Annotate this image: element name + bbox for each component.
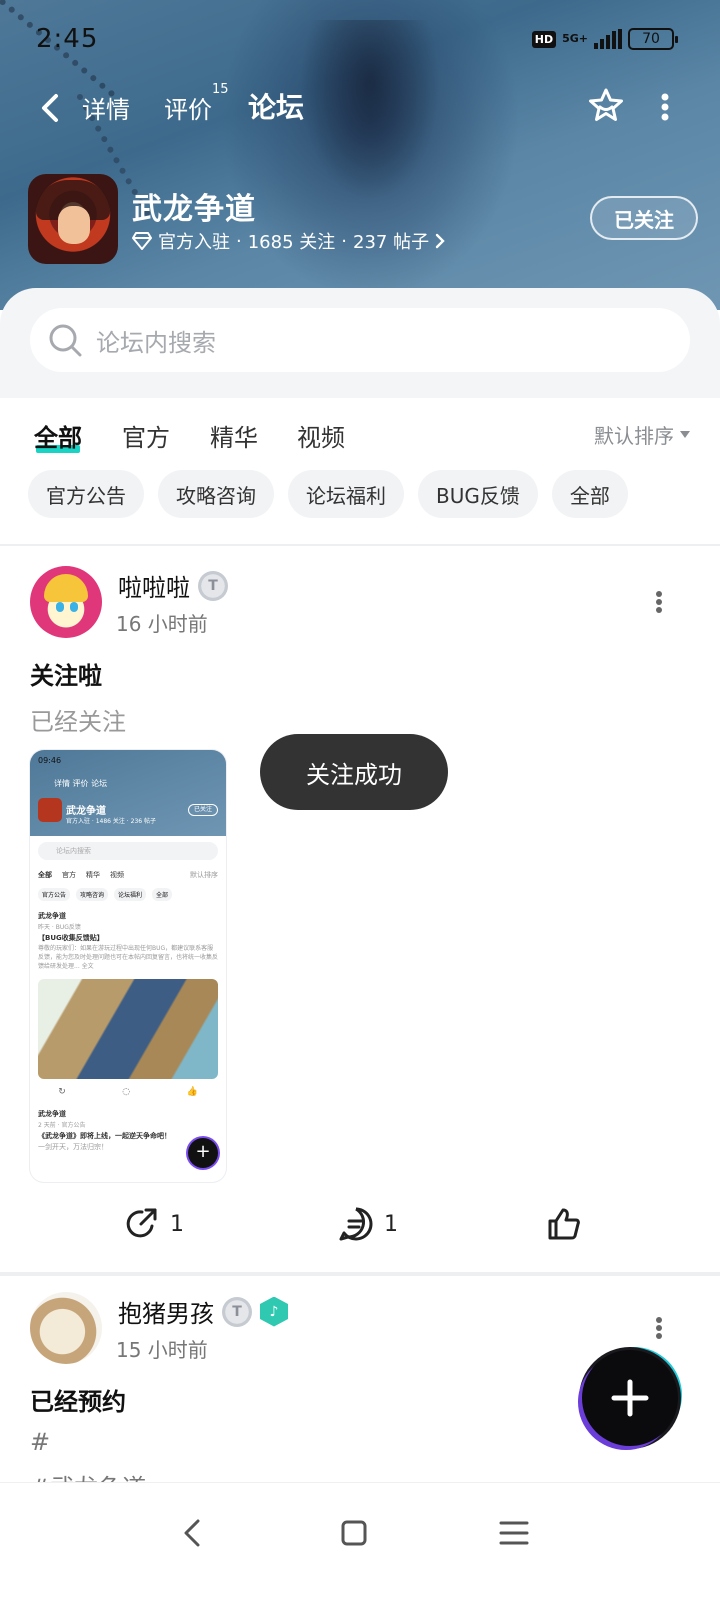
post-text[interactable]: 已经关注 bbox=[30, 702, 126, 737]
filter-tab-official[interactable]: 官方 bbox=[122, 418, 170, 453]
back-icon[interactable] bbox=[36, 92, 66, 124]
game-stats[interactable]: 官方入驻 · 1685 关注 · 237 帖子 bbox=[132, 228, 445, 254]
nav-menu-icon[interactable] bbox=[494, 1513, 534, 1553]
top-nav: 详情 评价 15 论坛 bbox=[0, 80, 720, 140]
tab-forum[interactable]: 论坛 bbox=[246, 86, 307, 126]
stats-separator: · bbox=[236, 230, 242, 252]
author-name: 啦啦啦 bbox=[118, 574, 190, 602]
diamond-icon bbox=[132, 232, 152, 250]
followers-count: 1685 关注 bbox=[247, 232, 336, 253]
hd-icon: HD bbox=[531, 30, 557, 48]
chip-all[interactable]: 全部 bbox=[551, 470, 628, 518]
status-time: 2:45 bbox=[36, 24, 99, 54]
nav-back-icon[interactable] bbox=[174, 1513, 214, 1553]
sort-label: 默认排序 bbox=[594, 424, 674, 448]
comment-button[interactable]: 1 bbox=[338, 1206, 398, 1242]
chip-bug[interactable]: BUG反馈 bbox=[418, 470, 538, 518]
music-badge-icon: ♪ bbox=[260, 1296, 288, 1327]
search-input[interactable]: 论坛内搜索 bbox=[30, 308, 690, 372]
review-count-badge: 15 bbox=[212, 82, 229, 97]
category-chips: 官方公告 攻略咨询 论坛福利 BUG反馈 全部 bbox=[28, 470, 628, 518]
tab-forum-label: 论坛 bbox=[248, 91, 305, 124]
post-title[interactable]: 已经预约 bbox=[30, 1382, 126, 1417]
post-time: 16 小时前 bbox=[116, 612, 208, 636]
game-title: 武龙争道 bbox=[132, 192, 256, 227]
caret-down-icon bbox=[680, 430, 690, 438]
stats-separator: · bbox=[341, 230, 347, 252]
author-name: 抱猪男孩 bbox=[118, 1300, 214, 1328]
filter-tab-label: 全部 bbox=[34, 424, 82, 452]
more-icon[interactable] bbox=[660, 92, 670, 122]
post-actions: 1 1 bbox=[0, 1196, 720, 1256]
chip-announcement[interactable]: 官方公告 bbox=[28, 470, 144, 518]
plus-icon bbox=[611, 1379, 649, 1417]
chip-guide[interactable]: 攻略咨询 bbox=[158, 470, 274, 518]
verified-label: 官方入驻 bbox=[158, 232, 230, 253]
status-bar: 2:45 HD 5G+ 70 bbox=[0, 0, 720, 80]
favorite-star-icon[interactable] bbox=[586, 86, 626, 126]
chip-welfare[interactable]: 论坛福利 bbox=[288, 470, 404, 518]
nav-home-icon[interactable] bbox=[334, 1513, 374, 1553]
share-icon bbox=[126, 1208, 157, 1238]
tab-review-label: 评价 bbox=[164, 96, 212, 124]
network-label: 5G+ bbox=[562, 32, 588, 45]
like-button[interactable] bbox=[546, 1206, 582, 1242]
comment-count: 1 bbox=[384, 1211, 398, 1237]
thumbnail-header: 09:46 详情 评价 论坛 武龙争道 官方入驻 · 1486 关注 · 236… bbox=[30, 750, 226, 836]
signal-icon bbox=[594, 29, 622, 49]
sort-dropdown[interactable]: 默认排序 bbox=[594, 420, 690, 449]
search-placeholder: 论坛内搜索 bbox=[96, 328, 216, 357]
divider bbox=[0, 1272, 720, 1276]
filter-tab-featured[interactable]: 精华 bbox=[210, 418, 258, 453]
post-hashtag[interactable]: # bbox=[30, 1428, 50, 1456]
forum-page: 2:45 HD 5G+ 70 详情 评价 15 论坛 武龙争道 官方入驻 · 1… bbox=[0, 0, 720, 1600]
create-post-button[interactable] bbox=[582, 1350, 678, 1446]
avatar[interactable] bbox=[30, 566, 102, 638]
thumbs-up-icon bbox=[548, 1208, 580, 1240]
post-title[interactable]: 关注啦 bbox=[30, 656, 102, 691]
toast-message: 关注成功 bbox=[260, 734, 448, 810]
game-info: 武龙争道 官方入驻 · 1685 关注 · 237 帖子 已关注 bbox=[28, 174, 698, 264]
share-count: 1 bbox=[170, 1211, 184, 1237]
post-author[interactable]: 啦啦啦 T bbox=[118, 568, 228, 603]
post-author[interactable]: 抱猪男孩 T ♪ bbox=[118, 1294, 288, 1329]
search-icon bbox=[49, 324, 82, 357]
filter-tab-all[interactable]: 全部 bbox=[34, 418, 82, 453]
post-image[interactable]: 09:46 详情 评价 论坛 武龙争道 官方入驻 · 1486 关注 · 236… bbox=[30, 750, 226, 1182]
follow-button[interactable]: 已关注 bbox=[590, 196, 698, 240]
posts-count: 237 帖子 bbox=[353, 232, 430, 253]
tab-review[interactable]: 评价 15 bbox=[164, 82, 229, 125]
post-time: 15 小时前 bbox=[116, 1338, 208, 1362]
level-badge: T bbox=[198, 570, 228, 601]
battery-icon: 70 bbox=[628, 28, 678, 50]
tab-detail[interactable]: 详情 bbox=[82, 90, 130, 125]
comment-icon bbox=[339, 1207, 373, 1241]
avatar[interactable] bbox=[30, 1292, 102, 1364]
search-section: 论坛内搜索 bbox=[0, 288, 720, 398]
system-nav-bar bbox=[0, 1482, 720, 1600]
chevron-right-icon bbox=[435, 233, 445, 249]
filter-section: 全部 官方 精华 视频 默认排序 官方公告 攻略咨询 论坛福利 BUG反馈 全部 bbox=[0, 398, 720, 548]
level-badge: T bbox=[222, 1296, 252, 1327]
share-button[interactable]: 1 bbox=[124, 1206, 184, 1242]
post-more-icon[interactable] bbox=[655, 1316, 663, 1340]
filter-tab-video[interactable]: 视频 bbox=[297, 418, 345, 453]
game-icon[interactable] bbox=[28, 174, 118, 264]
status-icons: HD 5G+ 70 bbox=[531, 28, 678, 50]
post-more-icon[interactable] bbox=[655, 590, 663, 614]
